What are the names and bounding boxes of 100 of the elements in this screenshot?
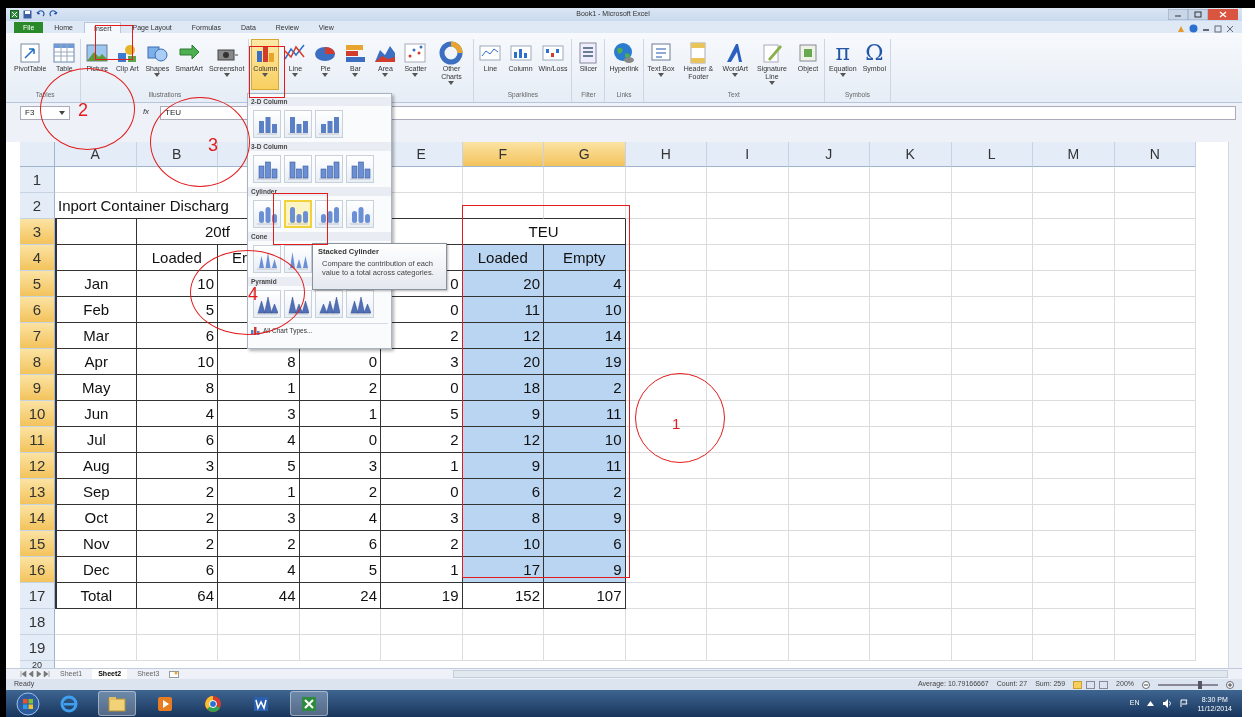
restore-icon[interactable]	[1214, 24, 1222, 33]
table-cell: 17	[462, 557, 544, 583]
row-header[interactable]: 15	[20, 531, 55, 557]
caret-icon	[292, 73, 299, 77]
column-header[interactable]: K	[870, 142, 952, 167]
column-header[interactable]: F	[462, 142, 544, 167]
row-header[interactable]: 14	[20, 505, 55, 531]
close-icon[interactable]	[1226, 24, 1234, 33]
row-header[interactable]: 10	[20, 401, 55, 427]
table-cell: 5	[381, 401, 463, 427]
zoom-out-icon[interactable]	[1142, 680, 1150, 689]
undo-icon[interactable]	[36, 10, 45, 19]
chart-type-option[interactable]	[346, 290, 374, 318]
row-header[interactable]: 18	[20, 609, 55, 635]
caret-icon[interactable]	[59, 111, 65, 115]
table-cell: 19	[381, 583, 463, 609]
redo-icon[interactable]	[49, 10, 58, 19]
row-header[interactable]: 2	[20, 193, 55, 219]
column-header[interactable]: I	[707, 142, 789, 167]
zoom-slider[interactable]	[1158, 683, 1218, 686]
start-button-icon[interactable]	[16, 691, 40, 716]
minimize-ribbon-icon[interactable]	[1177, 24, 1185, 33]
table-cell: 0	[299, 427, 381, 453]
chart-type-option[interactable]	[284, 155, 312, 183]
flag-icon[interactable]	[1180, 699, 1190, 708]
pivot-table-icon	[18, 41, 43, 65]
minimize-icon[interactable]	[1168, 9, 1188, 20]
globe-icon	[612, 41, 636, 65]
table-cell: 2	[381, 531, 463, 557]
table-cell: 10	[544, 427, 626, 453]
caret-icon	[322, 73, 329, 77]
slider-thumb[interactable]	[1198, 680, 1202, 689]
caret-icon	[448, 81, 455, 85]
row-header[interactable]: 12	[20, 453, 55, 479]
table-cell: 11	[544, 453, 626, 479]
view-button[interactable]	[1086, 680, 1096, 689]
row-header[interactable]: 17	[20, 583, 55, 609]
chart-type-option[interactable]	[253, 245, 281, 273]
help-icon[interactable]	[1189, 24, 1198, 33]
zoom-in-icon[interactable]	[1226, 680, 1234, 689]
chart-type-option[interactable]	[284, 245, 312, 273]
view-button[interactable]	[1073, 680, 1083, 689]
row-header[interactable]: 13	[20, 479, 55, 505]
new-sheet-icon[interactable]	[169, 670, 180, 678]
row-header[interactable]: 1	[20, 167, 55, 193]
function-label[interactable]: fx	[136, 106, 156, 118]
close-icon[interactable]	[1208, 9, 1238, 20]
name-box[interactable]: F3	[20, 106, 70, 120]
table-cell: Loaded	[462, 245, 544, 271]
table-cell: Aug	[55, 453, 137, 479]
table-cell: 10	[462, 531, 544, 557]
table-cell: 11	[544, 401, 626, 427]
cell-reference: F3	[25, 107, 35, 119]
table-cell: 1	[299, 401, 381, 427]
row-header[interactable]: 5	[20, 271, 55, 297]
chart-type-option[interactable]	[346, 155, 374, 183]
select-all-corner[interactable]	[20, 142, 55, 167]
column-header[interactable]: A	[55, 142, 137, 167]
column-header[interactable]: H	[625, 142, 707, 167]
chart-type-option[interactable]	[315, 110, 343, 138]
column-header[interactable]: G	[544, 142, 626, 167]
save-icon[interactable]	[23, 10, 32, 19]
chart-type-option[interactable]	[284, 110, 312, 138]
table-cell: 2	[299, 375, 381, 401]
chart-type-option[interactable]	[253, 155, 281, 183]
table-cell: 9	[462, 401, 544, 427]
chart-type-option[interactable]	[315, 290, 343, 318]
row-header[interactable]: 6	[20, 297, 55, 323]
row-header[interactable]: 8	[20, 349, 55, 375]
table-cell: 6	[136, 323, 218, 349]
column-header[interactable]: J	[788, 142, 870, 167]
sheet-navigation-icon[interactable]	[20, 671, 50, 677]
row-header[interactable]: 16	[20, 557, 55, 583]
row-header[interactable]: 7	[20, 323, 55, 349]
speaker-icon[interactable]	[1162, 699, 1173, 708]
column-header[interactable]: L	[951, 142, 1033, 167]
column-header[interactable]: M	[1033, 142, 1115, 167]
column-header[interactable]: N	[1114, 142, 1196, 167]
chart-type-option[interactable]	[284, 200, 312, 228]
chart-type-option[interactable]	[315, 200, 343, 228]
table-cell: Jul	[55, 427, 137, 453]
maximize-icon[interactable]	[1188, 9, 1208, 20]
chart-type-option[interactable]	[253, 110, 281, 138]
row-header[interactable]: 9	[20, 375, 55, 401]
caret-icon	[223, 73, 230, 77]
show-hidden-icons-icon[interactable]	[1147, 701, 1155, 706]
chart-type-option[interactable]	[315, 155, 343, 183]
chart-type-option[interactable]	[253, 200, 281, 228]
row-header[interactable]: 11	[20, 427, 55, 453]
vertical-scrollbar[interactable]	[1228, 142, 1242, 668]
row-header[interactable]: 3	[20, 219, 55, 245]
chart-type-option[interactable]	[284, 290, 312, 318]
round-browser-icon	[203, 693, 223, 714]
chart-type-option[interactable]	[346, 200, 374, 228]
row-header[interactable]: 19	[20, 635, 55, 661]
horizontal-scrollbar[interactable]	[453, 670, 1228, 678]
table-cell: 20	[462, 271, 544, 297]
view-button[interactable]	[1099, 680, 1109, 689]
table-cell: 9	[462, 453, 544, 479]
row-header[interactable]: 4	[20, 245, 55, 271]
